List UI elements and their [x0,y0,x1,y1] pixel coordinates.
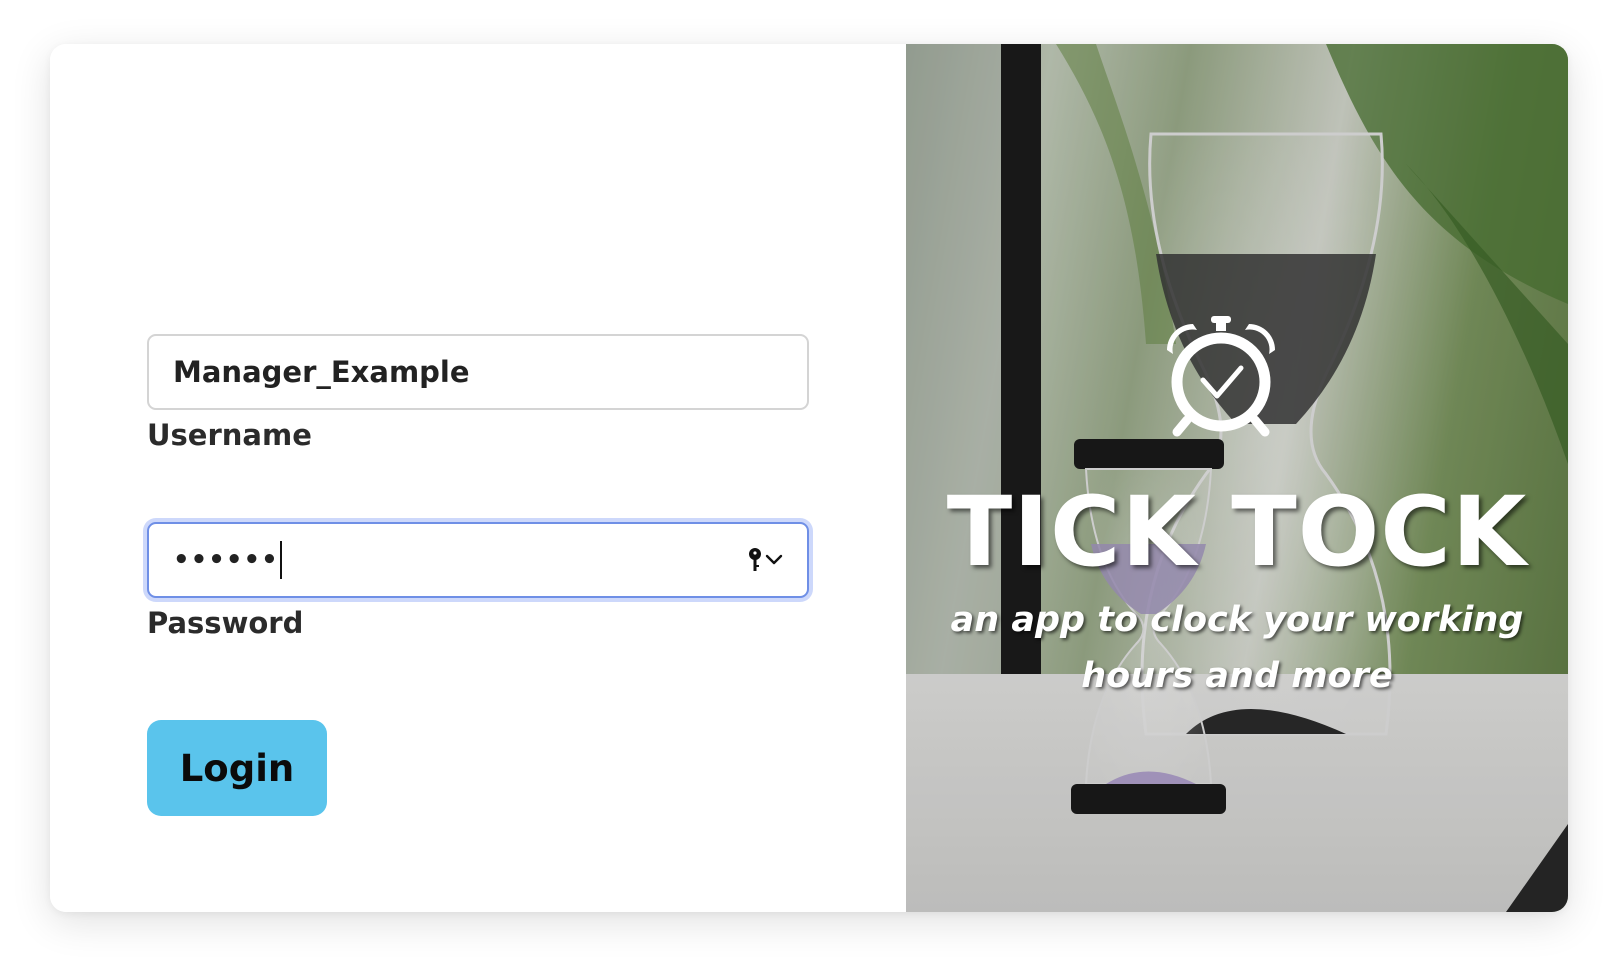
login-panel: Manager_Example Username •••••• Password… [50,44,906,912]
username-value: Manager_Example [173,355,470,389]
alarm-clock-icon [1167,316,1275,437]
chevron-down-icon [765,554,783,565]
password-label: Password [147,606,304,640]
text-caret [279,541,282,579]
hero-panel: TICK TOCK an app to clock your working h… [906,44,1568,912]
username-group: Manager_Example Username [147,334,809,452]
login-card: Manager_Example Username •••••• Password… [50,44,1568,912]
password-masked-value: •••••• [173,545,279,575]
password-autofill-button[interactable] [747,547,783,573]
key-icon [749,548,761,571]
login-button[interactable]: Login [147,720,327,816]
app-tagline: an app to clock your working hours and m… [950,600,1524,696]
app-title: TICK TOCK [946,476,1528,588]
username-input[interactable]: Manager_Example [147,334,809,410]
username-label: Username [147,418,312,452]
password-input[interactable]: •••••• [147,522,809,598]
password-group: •••••• Password [147,522,809,640]
